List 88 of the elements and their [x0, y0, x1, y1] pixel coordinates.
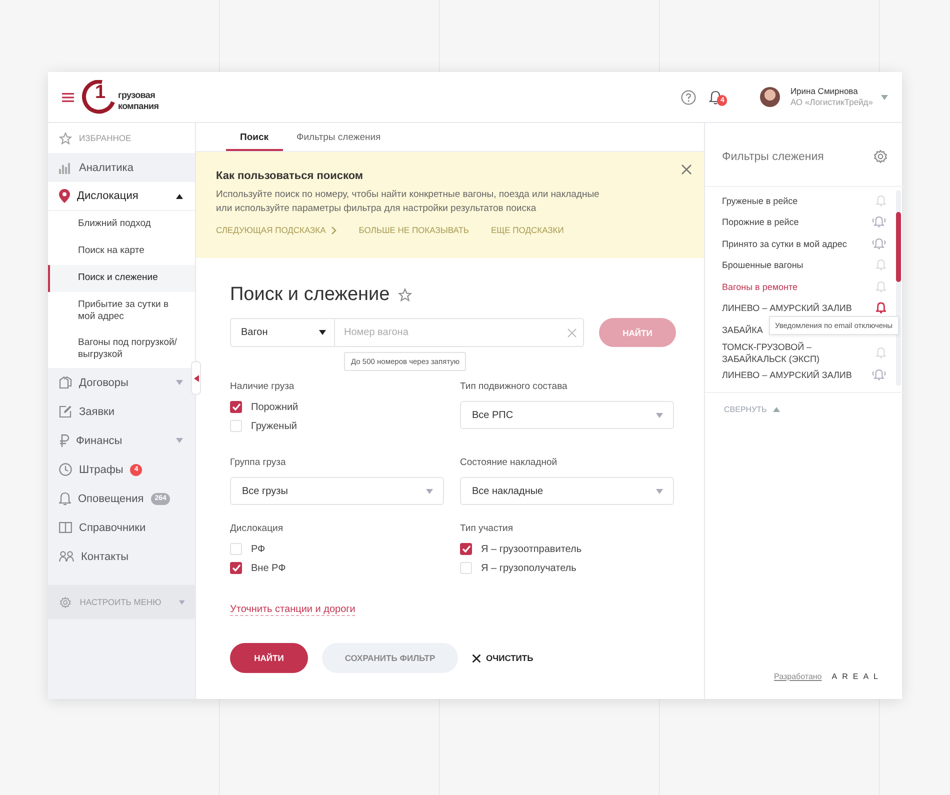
menu-icon[interactable]	[62, 92, 74, 102]
refine-link[interactable]: Уточнить станции и дороги	[230, 604, 356, 616]
sidebar-item[interactable]: Заявки	[48, 397, 195, 426]
checkbox-label[interactable]: Груженый	[251, 420, 297, 432]
credit-link[interactable]: Разработано	[774, 672, 822, 681]
filter-item[interactable]: ЛИНЕВО – АМУРСКИЙ ЗАЛИВ	[722, 369, 872, 382]
sidebar-subitem[interactable]: Поиск и слежение	[48, 265, 195, 292]
caret-icon	[179, 600, 185, 604]
page-title: Поиск и слежение	[230, 284, 390, 306]
tip-text: Используйте поиск по номеру, чтобы найти конкретные вагоны, поезда или накладные или используйте параметры фильтра для настройки результатов поиска	[216, 188, 600, 216]
bar-chart-icon	[59, 162, 72, 174]
settings-icon	[60, 596, 71, 608]
checkbox-label[interactable]: Порожний	[251, 402, 298, 412]
filter-item[interactable]: Принято за сутки в мой адрес	[722, 238, 872, 250]
select-dropdown[interactable]: Все накладные	[460, 477, 674, 505]
caret-icon	[656, 412, 663, 418]
clock-icon	[59, 463, 72, 476]
sidebar-item[interactable]: Финансы	[48, 426, 195, 455]
ringing-bell-icon[interactable]	[872, 238, 886, 250]
user-name: Ирина Смирнова	[790, 86, 859, 97]
select-dropdown[interactable]: Все грузы	[230, 477, 444, 505]
caret-icon	[772, 407, 780, 412]
star-icon[interactable]	[398, 288, 412, 302]
sidebar-item[interactable]: Аналитика	[48, 153, 195, 182]
field-label: Дислокация	[230, 523, 284, 534]
checkbox-label[interactable]: Вне РФ	[251, 562, 286, 574]
bell-icon[interactable]	[876, 302, 886, 314]
people-icon	[59, 551, 74, 562]
expand-caret-icon	[176, 380, 183, 385]
checkbox[interactable]	[460, 543, 472, 555]
filter-item[interactable]: ТОМСК-ГРУЗОВОЙ – ЗАБАЙКАЛЬСК (ЭКСП)	[722, 340, 872, 364]
sidebar-item[interactable]: Дислокация	[48, 182, 195, 211]
ringing-bell-icon[interactable]	[872, 216, 886, 228]
sidebar-subitem[interactable]: Поиск на карте	[48, 238, 195, 265]
field-label: Состояние накладной	[460, 457, 558, 468]
caret-icon	[319, 330, 326, 335]
scrollbar[interactable]	[896, 190, 901, 386]
panel-title: Фильтры слежения	[722, 150, 824, 162]
field-label: Тип подвижного состава	[460, 381, 568, 392]
filter-item[interactable]: Груженые в рейсе	[722, 194, 872, 207]
bell-icon[interactable]	[709, 90, 722, 104]
field-label: Группа груза	[230, 457, 287, 468]
expand-caret-icon	[176, 438, 183, 443]
edit-icon	[59, 405, 72, 418]
sidebar-item[interactable]: Контакты	[48, 542, 195, 571]
bell-icon	[59, 492, 71, 506]
book-icon	[59, 522, 72, 533]
clear-icon[interactable]	[567, 328, 577, 338]
filter-item[interactable]: Брошенные вагоны	[722, 259, 872, 272]
company-logo: 1 грузовая компания	[82, 77, 160, 117]
select-dropdown[interactable]: Все РПС	[460, 401, 674, 429]
checkbox[interactable]	[230, 562, 242, 574]
documents-icon	[59, 376, 72, 389]
field-label: Наличие груза	[230, 381, 296, 392]
sidebar-subitem[interactable]: Вагоны под погрузкой/выгрузкой	[48, 330, 195, 368]
collapse-caret-icon	[176, 194, 183, 198]
checkbox-label[interactable]: Я – грузополучатель	[481, 562, 576, 574]
location-pin-icon	[59, 189, 70, 203]
ringing-bell-icon[interactable]	[872, 369, 886, 382]
avatar[interactable]	[760, 87, 780, 107]
settings-icon[interactable]	[874, 150, 887, 163]
sidebar-item[interactable]: Договоры	[48, 368, 195, 397]
tab[interactable]: Поиск	[226, 123, 283, 151]
find-button[interactable]: НАЙТИ	[230, 643, 308, 673]
caret-icon[interactable]	[881, 94, 888, 100]
checkbox-label[interactable]: Я – грузоотправитель	[481, 544, 582, 554]
clear-button[interactable]: ОЧИСТИТЬ	[472, 653, 534, 663]
collapse-sidebar-handle[interactable]	[191, 361, 201, 395]
close-icon[interactable]	[681, 164, 692, 175]
caret-icon	[656, 488, 663, 494]
field-label: Тип участия	[460, 523, 514, 534]
checkbox-label[interactable]: РФ	[251, 544, 266, 554]
filter-item[interactable]: Порожние в рейсе	[722, 216, 872, 228]
star-icon[interactable]	[59, 132, 72, 144]
user-company: АО «ЛогистикТрейд»	[790, 97, 873, 108]
sidebar-subitem[interactable]: Прибытие за сутки в мой адрес	[48, 292, 195, 330]
checkbox[interactable]	[230, 401, 242, 413]
close-icon	[472, 654, 481, 662]
help-icon[interactable]	[681, 90, 696, 104]
tab[interactable]: Фильтры слежения	[282, 123, 395, 151]
caret-icon	[426, 488, 433, 494]
sidebar-item[interactable]: Справочники	[48, 513, 195, 542]
filter-item[interactable]: Вагоны в ремонте	[722, 280, 872, 293]
tip-title: Как пользоваться поиском	[216, 170, 364, 182]
filter-item[interactable]: ЛИНЕВО – АМУРСКИЙ ЗАЛИВ	[722, 302, 872, 314]
sidebar-subitem[interactable]: Ближний подход	[48, 211, 195, 238]
ruble-icon	[59, 434, 69, 447]
developer-logo: AREAL	[832, 672, 883, 681]
